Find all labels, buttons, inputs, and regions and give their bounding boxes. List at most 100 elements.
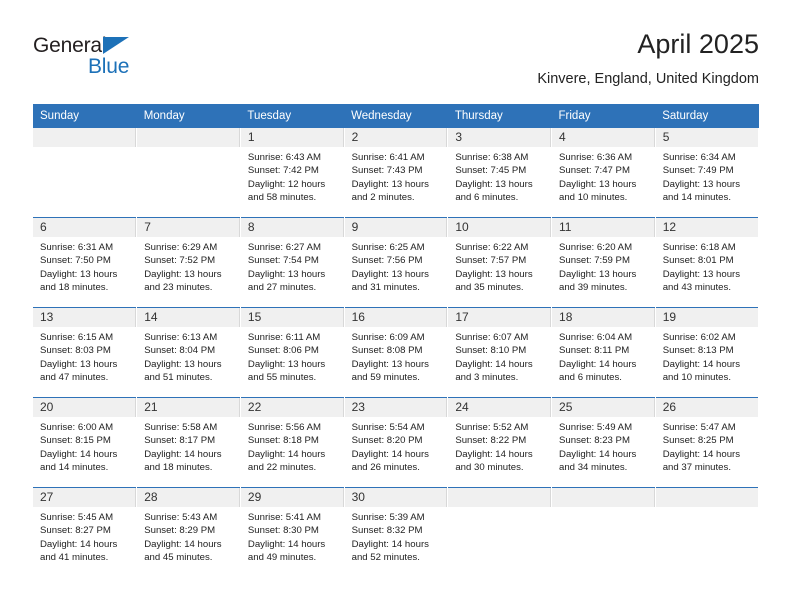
- calendar-week-row: 1 Sunrise: 6:43 AM Sunset: 7:42 PM Daylight…: [33, 128, 760, 218]
- calendar-day-cell[interactable]: 17 Sunrise: 6:07 AM Sunset: 8:10 PM Dayligh…: [447, 307, 553, 398]
- daylight-line2-text: and 52 minutes.: [351, 551, 420, 563]
- calendar-day-cell[interactable]: 9 Sunrise: 6:25 AM Sunset: 7:56 PM Daylight…: [344, 217, 449, 308]
- daylight-line1-text: Daylight: 14 hours: [40, 538, 118, 550]
- sunrise-text: Sunrise: 6:11 AM: [247, 332, 321, 343]
- daylight-line2-text: and 10 minutes.: [559, 191, 628, 203]
- calendar-day-cell[interactable]: 13 Sunrise: 6:15 AM Sunset: 8:03 PM Dayligh…: [33, 307, 138, 398]
- sunrise-text: Sunrise: 5:52 AM: [455, 422, 529, 433]
- sunset-text: Sunset: 8:10 PM: [455, 345, 527, 357]
- day-cell-inner: 14 Sunrise: 6:13 AM Sunset: 8:04 PM Dayligh…: [137, 308, 240, 397]
- calendar-day-cell[interactable]: 11 Sunrise: 6:20 AM Sunset: 7:59 PM Dayligh…: [551, 217, 656, 308]
- sunset-text: Sunset: 8:30 PM: [247, 525, 319, 537]
- sunrise-text: Sunrise: 6:31 AM: [40, 242, 114, 253]
- calendar-day-cell-empty: [655, 487, 760, 577]
- day-cell-inner: 4 Sunrise: 6:36 AM Sunset: 7:47 PM Daylight…: [552, 128, 655, 217]
- daylight-line2-text: and 55 minutes.: [247, 371, 317, 383]
- day-number: 19: [655, 308, 759, 327]
- sunrise-text: Sunrise: 6:13 AM: [144, 332, 218, 343]
- day-details: Sunrise: 5:39 AM Sunset: 8:32 PM Daylight:…: [345, 507, 448, 564]
- sunset-text: Sunset: 8:22 PM: [455, 435, 527, 447]
- calendar-day-cell[interactable]: 14 Sunrise: 6:13 AM Sunset: 8:04 PM Dayligh…: [136, 307, 241, 398]
- calendar-day-cell[interactable]: 27 Sunrise: 5:45 AM Sunset: 8:27 PM Dayligh…: [33, 487, 138, 577]
- calendar-day-cell[interactable]: 26 Sunrise: 5:47 AM Sunset: 8:25 PM Dayligh…: [655, 397, 760, 488]
- calendar-day-cell[interactable]: 5 Sunrise: 6:34 AM Sunset: 7:49 PM Daylight…: [655, 128, 760, 218]
- sunset-text: Sunset: 7:47 PM: [559, 165, 630, 177]
- calendar-day-cell[interactable]: 22 Sunrise: 5:56 AM Sunset: 8:18 PM Dayligh…: [240, 397, 345, 488]
- day-cell-inner: 22 Sunrise: 5:56 AM Sunset: 8:18 PM Dayligh…: [240, 398, 344, 487]
- daylight-line1-text: Daylight: 13 hours: [40, 358, 118, 370]
- daylight-line1-text: Daylight: 14 hours: [144, 448, 222, 460]
- calendar-day-cell[interactable]: 25 Sunrise: 5:49 AM Sunset: 8:23 PM Dayligh…: [551, 397, 656, 488]
- sunset-text: Sunset: 7:52 PM: [144, 255, 216, 267]
- daylight-line1-text: Daylight: 13 hours: [455, 268, 533, 280]
- day-details: Sunrise: 6:11 AM Sunset: 8:06 PM Daylight:…: [241, 327, 344, 384]
- day-number: [552, 488, 655, 507]
- day-number: 8: [240, 218, 344, 237]
- day-number: 30: [344, 488, 448, 507]
- calendar-day-cell[interactable]: 10 Sunrise: 6:22 AM Sunset: 7:57 PM Dayligh…: [447, 217, 553, 308]
- calendar-day-cell[interactable]: 15 Sunrise: 6:11 AM Sunset: 8:06 PM Dayligh…: [240, 307, 345, 398]
- sunrise-text: Sunrise: 6:09 AM: [351, 332, 425, 343]
- daylight-line1-text: Daylight: 13 hours: [247, 268, 326, 280]
- day-details: Sunrise: 5:56 AM Sunset: 8:18 PM Daylight:…: [241, 417, 344, 474]
- weekday-header-tuesday: Tuesday: [240, 104, 345, 128]
- daylight-line1-text: Daylight: 14 hours: [559, 358, 637, 370]
- sunrise-text: Sunrise: 6:20 AM: [559, 242, 633, 253]
- weekday-header-wednesday: Wednesday: [344, 104, 448, 128]
- calendar-day-cell[interactable]: 30 Sunrise: 5:39 AM Sunset: 8:32 PM Dayligh…: [344, 487, 449, 577]
- calendar-day-cell[interactable]: 18 Sunrise: 6:04 AM Sunset: 8:11 PM Dayligh…: [551, 307, 656, 398]
- day-number: 20: [33, 398, 137, 417]
- sunset-text: Sunset: 8:11 PM: [559, 345, 630, 357]
- calendar-day-cell[interactable]: 23 Sunrise: 5:54 AM Sunset: 8:20 PM Dayligh…: [344, 397, 449, 488]
- calendar-day-cell[interactable]: 29 Sunrise: 5:41 AM Sunset: 8:30 PM Dayligh…: [240, 487, 345, 577]
- day-details: Sunrise: 6:07 AM Sunset: 8:10 PM Daylight:…: [448, 327, 551, 384]
- calendar-day-cell[interactable]: 12 Sunrise: 6:18 AM Sunset: 8:01 PM Dayligh…: [655, 217, 760, 308]
- day-number: [448, 488, 552, 507]
- weekday-header-monday: Monday: [136, 104, 241, 128]
- day-details: Sunrise: 6:38 AM Sunset: 7:45 PM Daylight:…: [448, 147, 551, 204]
- day-cell-inner: 30 Sunrise: 5:39 AM Sunset: 8:32 PM Dayligh…: [344, 488, 448, 577]
- sunset-text: Sunset: 8:03 PM: [40, 345, 111, 357]
- calendar-day-cell[interactable]: 2 Sunrise: 6:41 AM Sunset: 7:43 PM Daylight…: [344, 128, 449, 218]
- calendar-day-cell[interactable]: 3 Sunrise: 6:38 AM Sunset: 7:45 PM Daylight…: [447, 128, 553, 218]
- calendar-day-cell[interactable]: 20 Sunrise: 6:00 AM Sunset: 8:15 PM Dayligh…: [33, 397, 138, 488]
- day-cell-inner: 15 Sunrise: 6:11 AM Sunset: 8:06 PM Dayligh…: [240, 308, 344, 397]
- weekday-header-sunday: Sunday: [33, 104, 137, 128]
- daylight-line1-text: Daylight: 14 hours: [144, 538, 222, 550]
- daylight-line1-text: Daylight: 13 hours: [247, 358, 326, 370]
- sunrise-text: Sunrise: 6:38 AM: [455, 152, 529, 163]
- sunrise-text: Sunrise: 6:41 AM: [351, 152, 425, 163]
- day-cell-inner: 24 Sunrise: 5:52 AM Sunset: 8:22 PM Dayligh…: [448, 398, 552, 487]
- calendar-day-cell-empty: [136, 128, 241, 218]
- calendar-day-cell[interactable]: 28 Sunrise: 5:43 AM Sunset: 8:29 PM Dayligh…: [136, 487, 241, 577]
- daylight-line2-text: and 45 minutes.: [144, 551, 213, 563]
- sunrise-text: Sunrise: 6:43 AM: [247, 152, 321, 163]
- day-details: Sunrise: 5:54 AM Sunset: 8:20 PM Daylight:…: [345, 417, 448, 474]
- sunrise-text: Sunrise: 6:02 AM: [662, 332, 736, 343]
- daylight-line2-text: and 2 minutes.: [351, 191, 415, 203]
- day-number: 18: [552, 308, 655, 327]
- calendar-day-cell[interactable]: 8 Sunrise: 6:27 AM Sunset: 7:54 PM Daylight…: [240, 217, 345, 308]
- day-number: 17: [448, 308, 552, 327]
- day-number: 28: [137, 488, 240, 507]
- calendar-day-cell[interactable]: 7 Sunrise: 6:29 AM Sunset: 7:52 PM Daylight…: [136, 217, 241, 308]
- calendar-day-cell-empty: [551, 487, 656, 577]
- day-number: 5: [655, 128, 759, 147]
- calendar-day-cell[interactable]: 16 Sunrise: 6:09 AM Sunset: 8:08 PM Dayligh…: [344, 307, 449, 398]
- sunset-text: Sunset: 8:27 PM: [40, 525, 111, 537]
- daylight-line2-text: and 3 minutes.: [455, 371, 519, 383]
- general-blue-logo[interactable]: General Blue: [33, 34, 233, 90]
- calendar-day-cell[interactable]: 6 Sunrise: 6:31 AM Sunset: 7:50 PM Daylight…: [33, 217, 138, 308]
- sunset-text: Sunset: 8:06 PM: [247, 345, 319, 357]
- daylight-line1-text: Daylight: 13 hours: [559, 178, 637, 190]
- daylight-line2-text: and 58 minutes.: [247, 191, 317, 203]
- calendar-day-cell[interactable]: 24 Sunrise: 5:52 AM Sunset: 8:22 PM Dayligh…: [447, 397, 553, 488]
- calendar-day-cell[interactable]: 21 Sunrise: 5:58 AM Sunset: 8:17 PM Dayligh…: [136, 397, 241, 488]
- calendar-day-cell[interactable]: 19 Sunrise: 6:02 AM Sunset: 8:13 PM Dayligh…: [655, 307, 760, 398]
- day-cell-inner: 9 Sunrise: 6:25 AM Sunset: 7:56 PM Daylight…: [344, 218, 448, 307]
- calendar-day-cell[interactable]: 1 Sunrise: 6:43 AM Sunset: 7:42 PM Daylight…: [240, 128, 345, 218]
- calendar-day-cell[interactable]: 4 Sunrise: 6:36 AM Sunset: 7:47 PM Daylight…: [551, 128, 656, 218]
- day-cell-inner: 13 Sunrise: 6:15 AM Sunset: 8:03 PM Dayligh…: [33, 308, 137, 397]
- daylight-line1-text: Daylight: 14 hours: [662, 358, 741, 370]
- sunrise-text: Sunrise: 6:36 AM: [559, 152, 633, 163]
